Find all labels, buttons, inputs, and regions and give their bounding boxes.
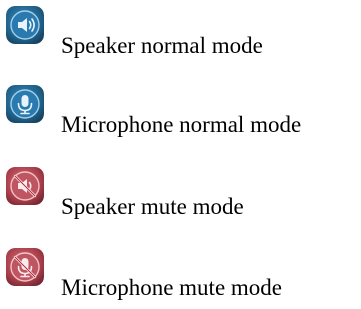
legend-item-speaker-mute: Speaker mute mode [6,167,356,227]
legend-label: Microphone mute mode [61,275,283,300]
speaker-mute-icon [6,167,44,205]
legend-label: Speaker normal mode [61,33,263,58]
speaker-normal-icon [6,6,44,44]
legend-label: Microphone normal mode [61,112,302,137]
mode-legend: Speaker normal mode Microphone normal mo… [0,0,361,309]
microphone-normal-icon [6,85,44,123]
legend-item-microphone-normal: Microphone normal mode [6,85,356,145]
microphone-mute-icon [6,248,44,286]
legend-label: Speaker mute mode [61,194,244,219]
legend-item-microphone-mute: Microphone mute mode [6,248,356,308]
legend-item-speaker-normal: Speaker normal mode [6,6,356,66]
